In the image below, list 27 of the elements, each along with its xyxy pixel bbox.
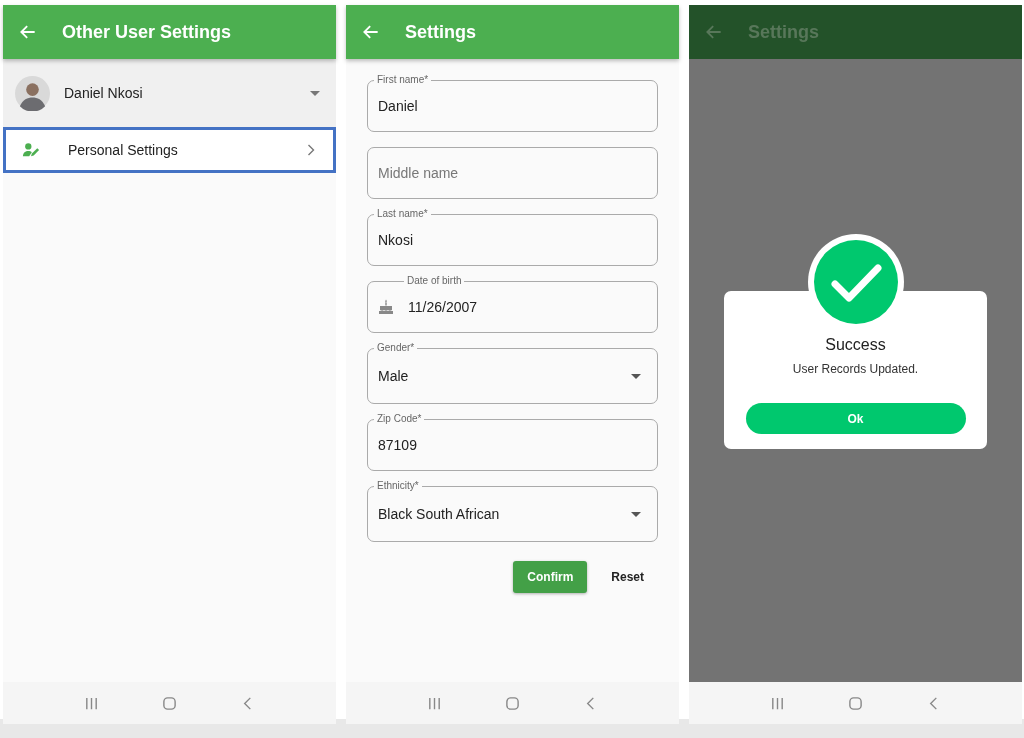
input-field[interactable]: Middle name [367, 147, 658, 199]
recent-apps-icon[interactable] [427, 695, 443, 711]
chevron-right-icon [307, 144, 315, 156]
cake-icon [378, 299, 394, 315]
recent-apps-icon[interactable] [84, 695, 100, 711]
field-label: Date of birth [404, 275, 465, 287]
dropdown-caret-icon [631, 511, 641, 517]
recent-apps-icon[interactable] [770, 695, 786, 711]
dropdown-caret-icon [631, 373, 641, 379]
avatar-icon [15, 75, 50, 111]
app-bar-title: Other User Settings [62, 21, 232, 43]
field-label: Last name* [374, 208, 431, 220]
field-label: Zip Code* [374, 413, 425, 425]
dialog-title: Success [825, 336, 886, 354]
field-label: First name* [374, 74, 432, 86]
reset-button[interactable]: Reset [597, 561, 658, 593]
user-selector[interactable]: Daniel Nkosi [3, 59, 336, 127]
field-label: Gender* [374, 342, 418, 354]
settings-list-item[interactable]: Personal Settings [3, 127, 336, 173]
person-edit-icon [22, 141, 40, 159]
home-icon[interactable] [848, 695, 863, 711]
dropdown-caret-icon [310, 90, 320, 96]
home-icon[interactable] [505, 695, 520, 711]
app-bar-title: Settings [405, 21, 476, 43]
dialog-message: User Records Updated. [792, 362, 919, 376]
home-icon[interactable] [162, 695, 177, 711]
field-label: Ethnicity* [374, 480, 422, 492]
